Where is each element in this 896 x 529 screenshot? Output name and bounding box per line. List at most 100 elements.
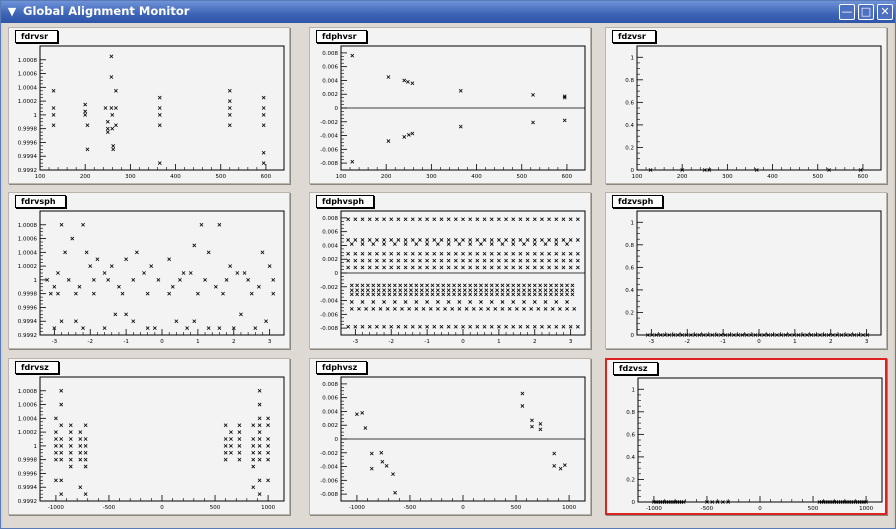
y-tick-label: 0.004 xyxy=(322,78,338,84)
plot-frame xyxy=(636,45,882,171)
pad-fdrvsr[interactable]: 0.9992 0.9994 0.9996 0.9998 1 1.0002 1.0004 1.0… xyxy=(8,27,290,184)
pad-fdzvsph[interactable]: 0 0.2 0.4 0.6 0.8 1 -3 -2 -1 0 1 2 3 fdzvsph xyxy=(605,192,887,349)
plot-title: fdphvsz xyxy=(316,361,368,374)
pad-fdphvsr[interactable]: -0.008 -0.006 -0.004 -0.002 0 0.002 0.004 0.006… xyxy=(309,27,591,184)
y-tick-label: 0.8 xyxy=(625,243,634,249)
x-tick-label: 1000 xyxy=(261,505,275,511)
y-tick-label: 0.6 xyxy=(626,432,635,438)
app-window: ▼ Global Alignment Monitor — □ ✕ 0.9992 0… xyxy=(0,0,896,529)
x-tick-label: 100 xyxy=(336,174,347,180)
maximize-icon[interactable]: □ xyxy=(858,4,874,20)
x-tick-label: 200 xyxy=(80,174,91,180)
y-tick-label: 0.002 xyxy=(322,257,338,263)
y-tick-label: 0.008 xyxy=(322,382,338,388)
y-tick-label: -0.002 xyxy=(320,451,338,457)
x-tick-label: -3 xyxy=(353,339,359,345)
y-tick-label: 0.002 xyxy=(322,92,338,98)
y-tick-label: 0.008 xyxy=(322,51,338,57)
y-tick-label: 1.0008 xyxy=(18,223,38,229)
plot-title: fdzvsr xyxy=(612,30,656,43)
y-tick-label: 0.2 xyxy=(626,477,635,483)
y-tick-label: 0 xyxy=(632,500,636,506)
x-tick-label: -1 xyxy=(424,339,429,345)
x-tick-label: 100 xyxy=(35,174,46,180)
y-tick-label: 0.6 xyxy=(625,265,634,271)
pad-fdphvsz[interactable]: -0.008 -0.006 -0.004 -0.002 0 0.002 0.004 0.006… xyxy=(309,358,591,515)
y-tick-label: 1.0004 xyxy=(18,416,38,422)
x-tick-label: 0 xyxy=(160,339,164,345)
y-tick-label: 1.0004 xyxy=(18,250,38,256)
pad-fdzvsr[interactable]: 0 0.2 0.4 0.6 0.8 1 100 200 300 400 500 600 fdzvsr xyxy=(605,27,887,184)
plot-title: fdphvsr xyxy=(316,30,367,43)
y-tick-label: 0.9996 xyxy=(18,471,38,477)
y-tick-label: 0.9994 xyxy=(18,319,38,325)
x-tick-label: 500 xyxy=(511,505,522,511)
scatter-plot: 0.99920.99940.99960.999811.00021.00041.0… xyxy=(18,210,285,345)
x-tick-label: 2 xyxy=(232,339,236,345)
y-tick-label: -0.008 xyxy=(320,492,338,498)
x-tick-label: 500 xyxy=(808,506,819,512)
plot-frame xyxy=(39,210,285,336)
y-tick-label: 0.9996 xyxy=(18,305,38,311)
window-title: Global Alignment Monitor xyxy=(23,4,190,18)
y-tick-label: -0.006 xyxy=(320,147,338,153)
x-tick-label: -500 xyxy=(103,505,116,511)
x-tick-label: 2 xyxy=(829,339,833,345)
x-tick-label: 1 xyxy=(196,339,200,345)
pad-fdrvsz[interactable]: 0.9992 0.9994 0.9996 0.9998 1 1.0002 1.0004 1.0… xyxy=(8,358,290,515)
chevron-down-icon[interactable]: ▼ xyxy=(4,4,20,20)
plot-title: fdrvsr xyxy=(15,30,59,43)
x-tick-label: 3 xyxy=(865,339,869,345)
pad-fdzvsz[interactable]: 0 0.2 0.4 0.6 0.8 1 -1000 -500 0 500 1000 fdzvsz xyxy=(605,358,887,515)
x-tick-label: 0 xyxy=(757,339,761,345)
y-tick-label: -0.004 xyxy=(320,465,338,471)
scatter-plot: 0.99920.99940.99960.999811.00021.00041.0… xyxy=(18,45,285,180)
x-tick-label: -1 xyxy=(720,339,725,345)
close-icon[interactable]: ✕ xyxy=(877,4,893,20)
y-tick-label: 1.0006 xyxy=(18,237,38,243)
pad-fdphvsph[interactable]: -0.008 -0.006 -0.004 -0.002 0 0.002 0.004 0.006… xyxy=(309,192,591,349)
scatter-plot: 0 0.2 0.4 0.6 0.8 1 -3 -2 -1 0 1 2 3 xyxy=(625,210,882,345)
plot-frame xyxy=(39,376,285,502)
y-tick-label: 0.006 xyxy=(322,230,338,236)
y-tick-label: 0.9998 xyxy=(18,127,38,133)
y-tick-label: 1 xyxy=(34,444,38,450)
x-tick-label: -2 xyxy=(684,339,689,345)
y-tick-label: 0.004 xyxy=(322,243,338,249)
y-tick-label: 1.0008 xyxy=(18,389,38,395)
x-tick-label: 0 xyxy=(461,505,465,511)
plot-title: fdphvsph xyxy=(316,195,375,208)
x-tick-label: 300 xyxy=(426,174,437,180)
y-tick-label: 0.2 xyxy=(625,145,634,151)
x-tick-label: 3 xyxy=(268,339,272,345)
x-tick-label: 400 xyxy=(170,174,181,180)
x-tick-label: -2 xyxy=(87,339,92,345)
y-tick-label: 1.0002 xyxy=(18,264,37,270)
y-tick-label: 0.9998 xyxy=(18,458,38,464)
minimize-icon[interactable]: — xyxy=(839,4,855,20)
y-tick-label: 1.0006 xyxy=(18,403,38,409)
plot-canvas: 0.9992 0.9994 0.9996 0.9998 1 1.0002 1.0004 1.0… xyxy=(3,23,893,528)
plot-frame xyxy=(636,210,882,336)
x-tick-label: 500 xyxy=(215,174,226,180)
x-tick-label: 500 xyxy=(516,174,527,180)
y-tick-label: 0.9992 xyxy=(18,333,37,339)
y-tick-label: 0 xyxy=(631,333,635,339)
y-tick-label: 1 xyxy=(34,113,38,119)
scatter-plot: 00.20.40.60.81100 200 300 400 500 600 xyxy=(625,45,882,180)
y-tick-label: 1 xyxy=(631,55,635,61)
x-tick-label: 400 xyxy=(471,174,482,180)
y-tick-label: 0.8 xyxy=(626,410,635,416)
y-tick-label: 1 xyxy=(632,387,636,393)
y-tick-label: -0.004 xyxy=(320,134,338,140)
y-tick-label: 1 xyxy=(631,220,635,226)
y-tick-label: -0.008 xyxy=(320,326,338,332)
y-tick-label: 0.9994 xyxy=(18,485,38,491)
pad-fdrvsph[interactable]: 0.9992 0.9994 0.9996 0.9998 1 1.0002 1.0004 1.0… xyxy=(8,192,290,349)
x-tick-label: 0 xyxy=(758,506,762,512)
x-tick-label: 300 xyxy=(125,174,136,180)
plot-frame xyxy=(637,377,883,503)
title-bar[interactable]: ▼ Global Alignment Monitor — □ ✕ xyxy=(1,1,895,23)
x-tick-label: 100 xyxy=(632,174,643,180)
y-tick-label: 0.8 xyxy=(625,78,634,84)
